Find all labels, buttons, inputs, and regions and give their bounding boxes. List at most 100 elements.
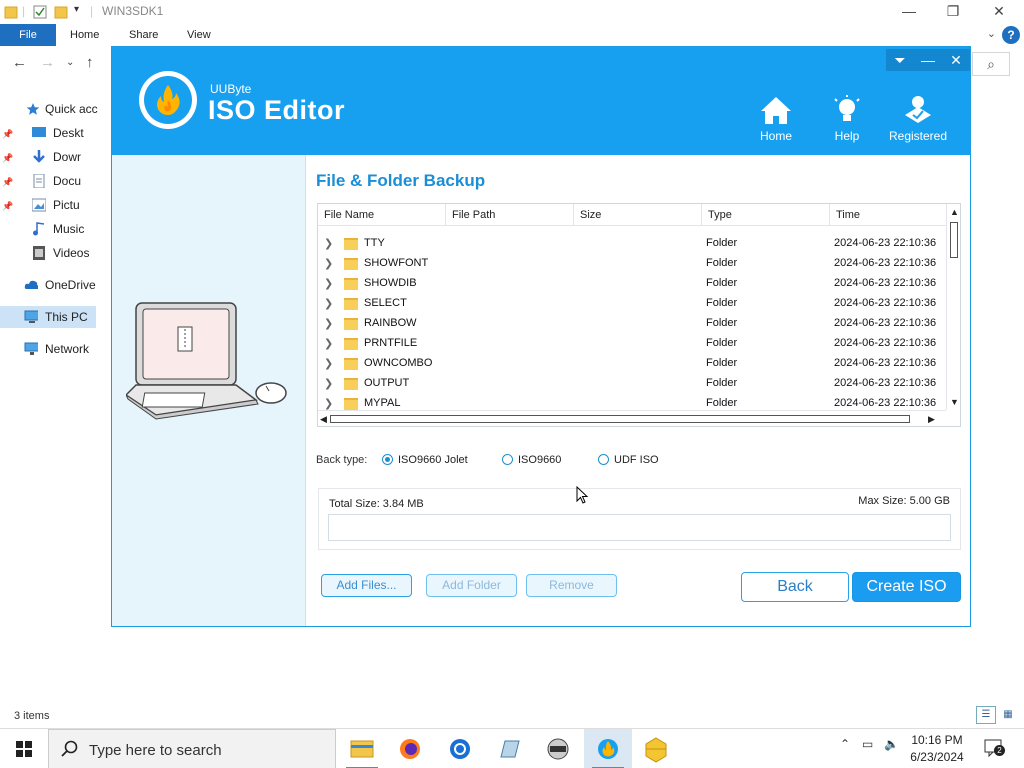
scroll-down-icon[interactable]: ▼ <box>950 397 959 407</box>
notepad-icon[interactable] <box>486 729 534 768</box>
cd-burner-icon[interactable] <box>534 729 582 768</box>
expand-chevron-icon[interactable]: ❯ <box>324 277 333 290</box>
minimize-button[interactable]: — <box>886 0 932 24</box>
uubyte-icon[interactable] <box>632 729 680 768</box>
firefox-icon[interactable] <box>386 729 434 768</box>
app-icon[interactable] <box>584 729 632 768</box>
nav-item-network[interactable]: Network <box>0 338 110 360</box>
computer-icon <box>24 310 38 323</box>
maximize-button[interactable]: ❐ <box>930 0 976 24</box>
laptop-illustration <box>126 302 287 420</box>
up-arrow-icon[interactable]: ↑ <box>86 54 94 71</box>
nav-item-music[interactable]: Music <box>0 218 110 240</box>
expand-chevron-icon[interactable]: ❯ <box>324 317 333 330</box>
table-row[interactable]: ❯ RAINBOW Folder 2024-06-23 22:10:36 <box>318 314 946 334</box>
file-table: File Name File Path Size Type Time ❯ TTY F… <box>317 203 961 427</box>
scrollbar-thumb[interactable] <box>950 222 958 258</box>
row-type: Folder <box>706 237 738 249</box>
network-status-icon[interactable]: ▭ <box>862 737 873 751</box>
scrollbar-thumb[interactable] <box>330 415 910 423</box>
table-row[interactable]: ❯ OUTPUT Folder 2024-06-23 22:10:36 <box>318 374 946 394</box>
app-close-button[interactable]: ✕ <box>942 50 970 70</box>
tab-file[interactable]: File <box>0 24 56 46</box>
expand-chevron-icon[interactable]: ❯ <box>324 237 333 250</box>
column-header-file-name[interactable]: File Name <box>318 204 446 226</box>
scroll-right-icon[interactable]: ▶ <box>928 414 935 425</box>
volume-muted-icon[interactable]: 🔈 <box>884 737 899 751</box>
nav-item-onedrive[interactable]: OneDrive <box>0 274 110 296</box>
chrome-icon[interactable] <box>436 729 484 768</box>
forward-arrow-icon[interactable]: → <box>40 54 55 71</box>
nav-item-desktop[interactable]: Deskt 📌 <box>0 122 110 144</box>
horizontal-scrollbar[interactable]: ◀ ▶ <box>318 410 946 426</box>
file-explorer-icon[interactable] <box>338 729 386 768</box>
help-button[interactable]: Help <box>817 95 877 143</box>
column-header-file-path[interactable]: File Path <box>446 204 574 226</box>
properties-icon[interactable] <box>32 4 48 20</box>
nav-item-this-pc[interactable]: This PC <box>0 306 96 328</box>
nav-item-pictures[interactable]: Pictu 📌 <box>0 194 110 216</box>
folder-icon <box>344 278 358 290</box>
taskbar-search-box[interactable]: Type here to search <box>48 729 336 768</box>
notification-icon[interactable]: 2 <box>984 739 1005 758</box>
home-button[interactable]: Home <box>746 95 806 143</box>
create-iso-button[interactable]: Create ISO <box>852 572 961 602</box>
nav-item-downloads[interactable]: Dowr 📌 <box>0 146 110 168</box>
system-clock[interactable]: 10:16 PM 6/23/2024 <box>902 732 972 766</box>
table-row[interactable]: ❯ OWNCOMBO Folder 2024-06-23 22:10:36 <box>318 354 946 374</box>
expand-chevron-icon[interactable]: ❯ <box>324 397 333 410</box>
column-header-type[interactable]: Type <box>702 204 830 226</box>
desktop-icon <box>32 127 46 137</box>
table-row[interactable]: ❯ SHOWFONT Folder 2024-06-23 22:10:36 <box>318 254 946 274</box>
close-button[interactable]: ✕ <box>976 0 1022 24</box>
expand-chevron-icon[interactable]: ❯ <box>324 357 333 370</box>
vertical-scrollbar[interactable]: ▲ ▼ <box>946 204 960 410</box>
tab-view[interactable]: View <box>177 24 221 46</box>
back-button[interactable]: Back <box>741 572 849 602</box>
nav-item-videos[interactable]: Videos <box>0 242 110 264</box>
column-header-size[interactable]: Size <box>574 204 702 226</box>
separator: | <box>90 4 94 18</box>
radio-iso9660-jolet[interactable]: ISO9660 Jolet <box>382 454 468 466</box>
nav-item-quick-access[interactable]: Quick acc <box>0 98 110 120</box>
expand-chevron-icon[interactable]: ❯ <box>324 297 333 310</box>
expand-chevron-icon[interactable]: ❯ <box>324 257 333 270</box>
app-minimize-button[interactable]: — <box>914 50 942 70</box>
row-time: 2024-06-23 22:10:36 <box>834 377 937 389</box>
help-icon[interactable]: ? <box>1002 26 1020 44</box>
radio-udf-iso[interactable]: UDF ISO <box>598 454 659 466</box>
table-row[interactable]: ❯ TTY Folder 2024-06-23 22:10:36 <box>318 234 946 254</box>
notification-badge: 2 <box>994 745 1005 756</box>
scroll-up-icon[interactable]: ▲ <box>950 207 959 217</box>
add-files-button[interactable]: Add Files... <box>321 574 412 597</box>
expand-ribbon-icon[interactable]: ⌄ <box>987 27 996 40</box>
tab-share[interactable]: Share <box>119 24 168 46</box>
column-header-time[interactable]: Time <box>830 204 946 226</box>
large-icons-view-icon[interactable]: ▦ <box>998 706 1018 724</box>
registered-button[interactable]: Registered <box>888 95 948 143</box>
table-row[interactable]: ❯ PRNTFILE Folder 2024-06-23 22:10:36 <box>318 334 946 354</box>
remove-button[interactable]: Remove <box>526 574 617 597</box>
expand-chevron-icon[interactable]: ❯ <box>324 337 333 350</box>
new-folder-icon[interactable] <box>54 4 68 20</box>
quick-access-dropdown-icon[interactable]: ▾ <box>74 4 79 20</box>
folder-icon[interactable] <box>4 4 18 20</box>
table-row[interactable]: ❯ SHOWDIB Folder 2024-06-23 22:10:36 <box>318 274 946 294</box>
back-arrow-icon[interactable]: ← <box>12 54 27 71</box>
radio-iso9660[interactable]: ISO9660 <box>502 454 561 466</box>
row-time: 2024-06-23 22:10:36 <box>834 257 937 269</box>
recent-locations-icon[interactable]: ⌄ <box>66 57 74 68</box>
row-file-name: MYPAL <box>364 397 401 409</box>
tab-home[interactable]: Home <box>60 24 109 46</box>
search-icon[interactable]: ⌕ <box>972 52 1010 76</box>
add-folder-button[interactable]: Add Folder <box>426 574 517 597</box>
expand-chevron-icon[interactable]: ❯ <box>324 377 333 390</box>
app-menu-icon[interactable]: ⏷ <box>886 50 914 70</box>
scroll-left-icon[interactable]: ◀ <box>320 414 327 425</box>
details-view-icon[interactable]: ☰ <box>976 706 996 724</box>
show-hidden-icons-icon[interactable]: ⌃ <box>840 737 850 751</box>
size-info-box: Total Size: 3.84 MB Max Size: 5.00 GB <box>318 488 961 550</box>
nav-item-documents[interactable]: Docu 📌 <box>0 170 110 192</box>
start-button[interactable] <box>0 729 48 768</box>
table-row[interactable]: ❯ SELECT Folder 2024-06-23 22:10:36 <box>318 294 946 314</box>
